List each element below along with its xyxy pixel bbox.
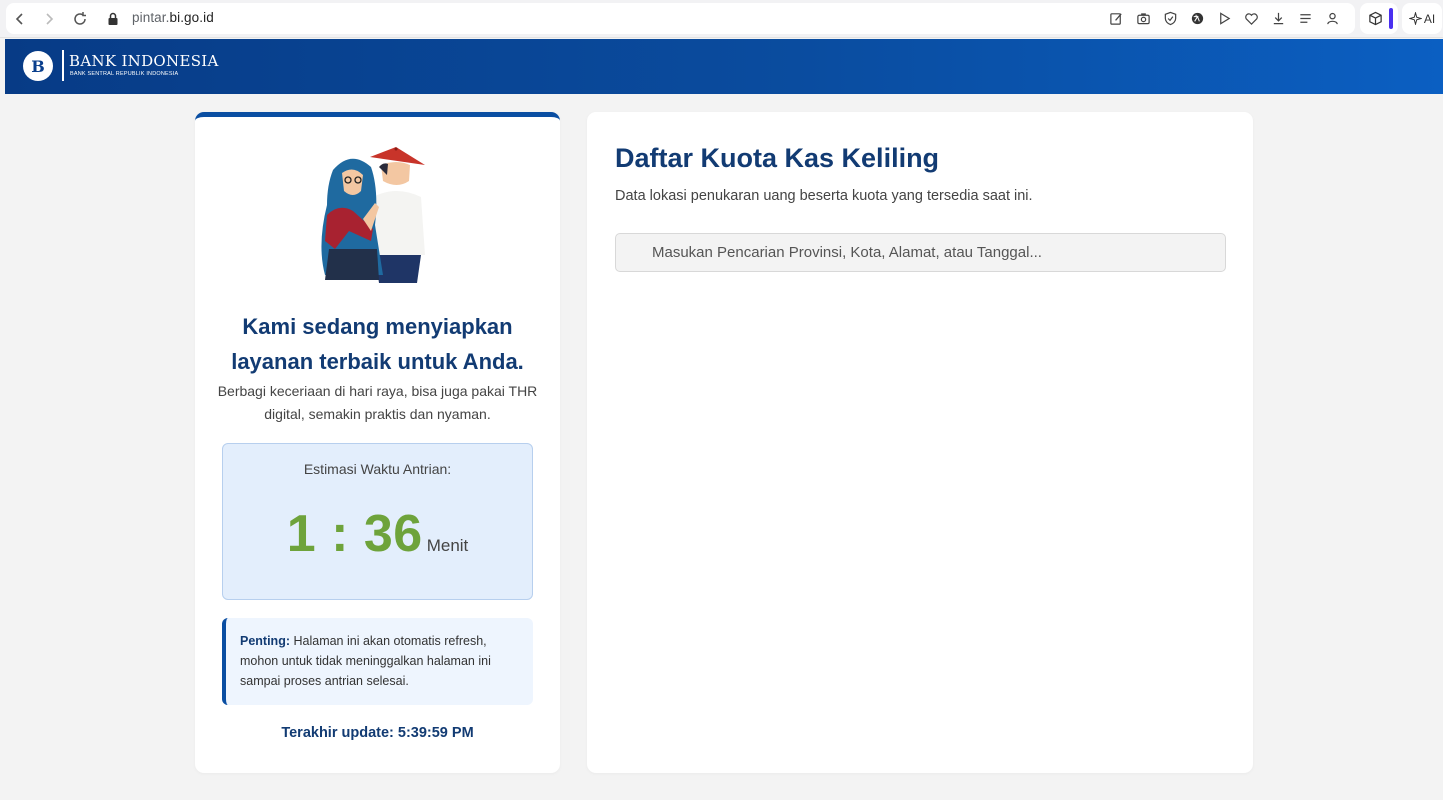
logo-divider xyxy=(62,50,64,81)
heart-icon xyxy=(1244,13,1258,25)
brand-subtitle: BANK SENTRAL REPUBLIK INDONESIA xyxy=(70,71,179,77)
reload-button[interactable] xyxy=(69,3,91,34)
page-title: Daftar Kuota Kas Keliling xyxy=(615,143,940,173)
translate-button[interactable] xyxy=(1188,10,1206,28)
queue-subtext: Berbagi keceriaan di hari raya, bisa jug… xyxy=(217,383,538,422)
notice-bold-label: Penting: xyxy=(240,634,290,648)
edit-button[interactable] xyxy=(1107,10,1125,28)
play-button[interactable] xyxy=(1215,10,1233,28)
camera-icon xyxy=(1136,13,1150,25)
download-icon xyxy=(1273,12,1283,25)
shield-icon xyxy=(1164,11,1176,26)
back-button[interactable] xyxy=(9,3,31,34)
address-bar[interactable]: pintar.bi.go.id xyxy=(6,3,1355,34)
favorite-button[interactable] xyxy=(1242,10,1260,28)
extension-button[interactable] xyxy=(1360,3,1398,34)
estimate-label: Estimasi Waktu Antrian: xyxy=(303,461,452,477)
ai-button[interactable]: AI xyxy=(1402,3,1442,34)
page-subtitle: Data lokasi penukaran uang beserta kuota… xyxy=(615,188,1033,204)
ai-label: AI xyxy=(1423,11,1436,26)
important-notice: Penting: Halaman ini akan otomatis refre… xyxy=(222,618,533,705)
browser-toolbar: pintar.bi.go.id AI xyxy=(0,0,1443,38)
estimate-time: 1 : 36 Menit xyxy=(223,504,532,564)
queue-estimate-box: Estimasi Waktu Antrian: 1 : 36 Menit xyxy=(222,443,533,600)
search-input[interactable] xyxy=(615,233,1226,272)
menu-button[interactable] xyxy=(1296,10,1314,28)
screenshot-button[interactable] xyxy=(1134,10,1152,28)
download-button[interactable] xyxy=(1269,10,1287,28)
bank-indonesia-logo-icon[interactable]: B xyxy=(23,51,53,81)
edit-icon xyxy=(1109,13,1122,25)
queue-headline: Kami sedang menyiapkan layanan terbaik u… xyxy=(231,314,524,374)
brand-name[interactable]: BANK INDONESIA xyxy=(69,52,219,70)
translate-icon xyxy=(1191,12,1203,25)
extension-indicator xyxy=(1389,8,1393,29)
last-update-text: Terakhir update: 5:39:59 PM xyxy=(281,725,474,741)
site-header: B BANK INDONESIA BANK SENTRAL REPUBLIK I… xyxy=(5,39,1443,94)
forward-button[interactable] xyxy=(38,3,60,34)
back-icon xyxy=(15,12,23,25)
account-icon xyxy=(1326,12,1338,25)
estimate-time-value: 1 : 36 xyxy=(286,505,423,563)
estimate-time-unit: Menit xyxy=(426,536,469,555)
site-info-button[interactable] xyxy=(102,3,124,34)
ai-sparkle-icon xyxy=(1408,12,1422,25)
reload-icon xyxy=(74,11,86,25)
quota-list-card: Daftar Kuota Kas Keliling Data lokasi pe… xyxy=(587,112,1253,773)
privacy-button[interactable] xyxy=(1161,10,1179,28)
greeting-illustration xyxy=(321,147,425,283)
account-button[interactable] xyxy=(1323,10,1341,28)
lock-icon xyxy=(108,12,118,25)
extension-cube-icon xyxy=(1369,11,1382,26)
queue-card: Kami sedang menyiapkan layanan terbaik u… xyxy=(195,112,560,773)
play-icon xyxy=(1219,12,1230,25)
forward-icon xyxy=(46,12,54,25)
menu-icon xyxy=(1299,14,1311,23)
url-text[interactable]: pintar.bi.go.id xyxy=(132,10,214,25)
